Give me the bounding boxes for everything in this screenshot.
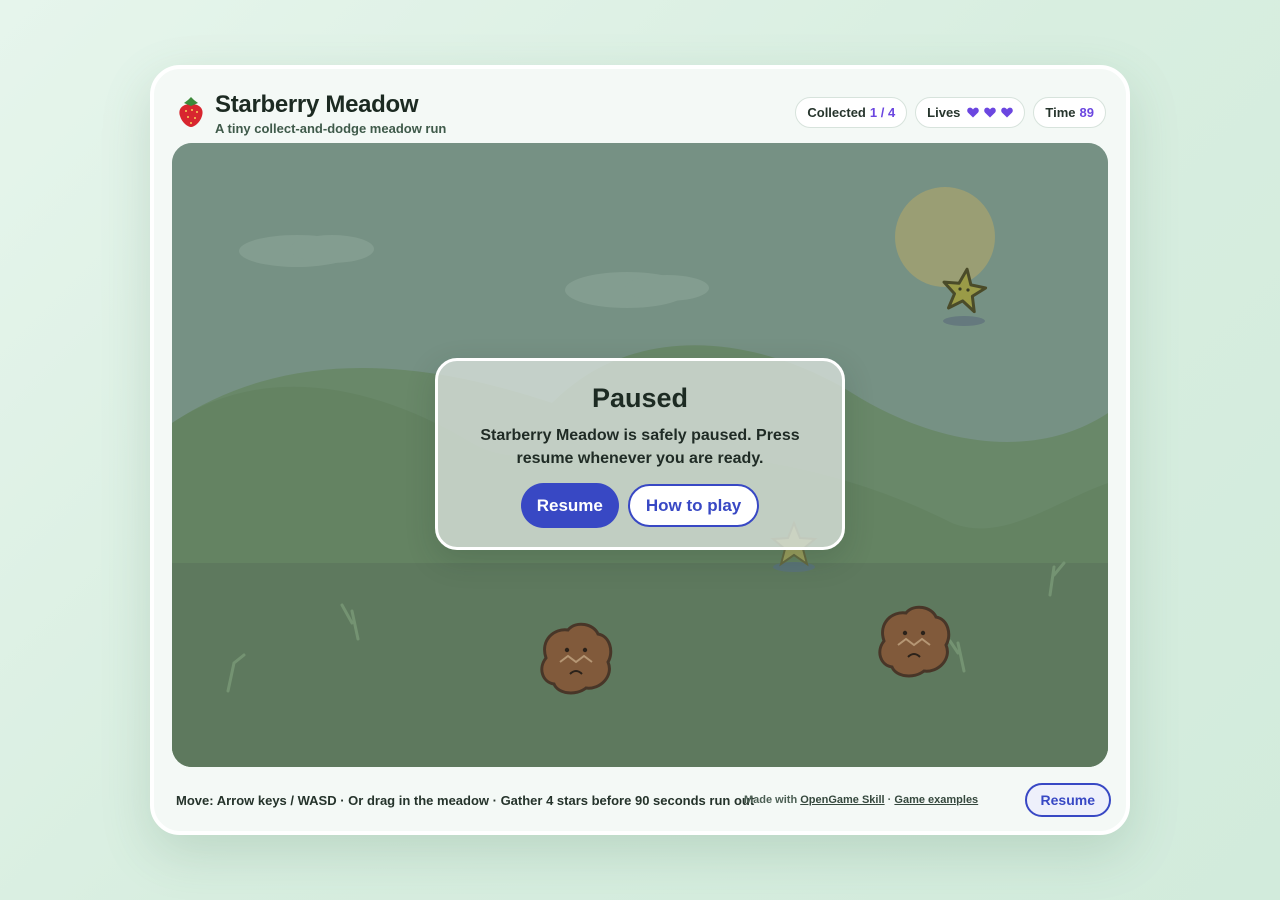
game-canvas[interactable]: Paused Starberry Meadow is safely paused… xyxy=(172,143,1108,767)
how-to-play-button[interactable]: How to play xyxy=(627,484,760,527)
credits-separator: · xyxy=(887,794,892,806)
pause-message: Starberry Meadow is safely paused. Press… xyxy=(480,427,800,467)
pause-actions: Resume How to play xyxy=(438,483,842,528)
lives-counter: Lives xyxy=(915,97,1026,128)
footer-resume-button[interactable]: Resume xyxy=(1024,783,1111,817)
game-title: Starberry Meadow xyxy=(215,91,419,118)
time-value: 89 xyxy=(1079,105,1094,120)
lives-label: Lives xyxy=(927,105,961,120)
credits: Made with OpenGame Skill · Game examples xyxy=(744,794,978,806)
strawberry-icon xyxy=(179,97,203,127)
pause-dialog: Paused Starberry Meadow is safely paused… xyxy=(435,358,845,550)
header: Starberry Meadow A tiny collect-and-dodg… xyxy=(176,91,1106,139)
resume-button[interactable]: Resume xyxy=(520,483,619,528)
hud: Collected 1 / 4 Lives Time 89 xyxy=(795,97,1106,128)
pause-title: Paused xyxy=(591,383,689,413)
time-label: Time xyxy=(1045,105,1076,120)
lives-hearts xyxy=(967,107,1014,118)
heart-icon xyxy=(984,107,997,118)
collected-label: Collected xyxy=(807,105,866,120)
game-subtitle: A tiny collect-and-dodge meadow run xyxy=(215,121,447,136)
opengame-skill-link[interactable]: OpenGame Skill xyxy=(800,794,884,806)
heart-icon xyxy=(1001,107,1014,118)
collected-value: 1 / 4 xyxy=(869,105,896,120)
game-card: Starberry Meadow A tiny collect-and-dodg… xyxy=(150,65,1130,835)
collected-counter: Collected 1 / 4 xyxy=(795,97,908,128)
time-counter: Time 89 xyxy=(1033,97,1106,128)
controls-hint: Move: Arrow keys / WASD · Or drag in the… xyxy=(176,793,755,808)
heart-icon xyxy=(967,107,980,118)
game-examples-link[interactable]: Game examples xyxy=(894,794,978,806)
footer: Move: Arrow keys / WASD · Or drag in the… xyxy=(176,783,1111,817)
made-with-text: Made with xyxy=(744,794,798,806)
